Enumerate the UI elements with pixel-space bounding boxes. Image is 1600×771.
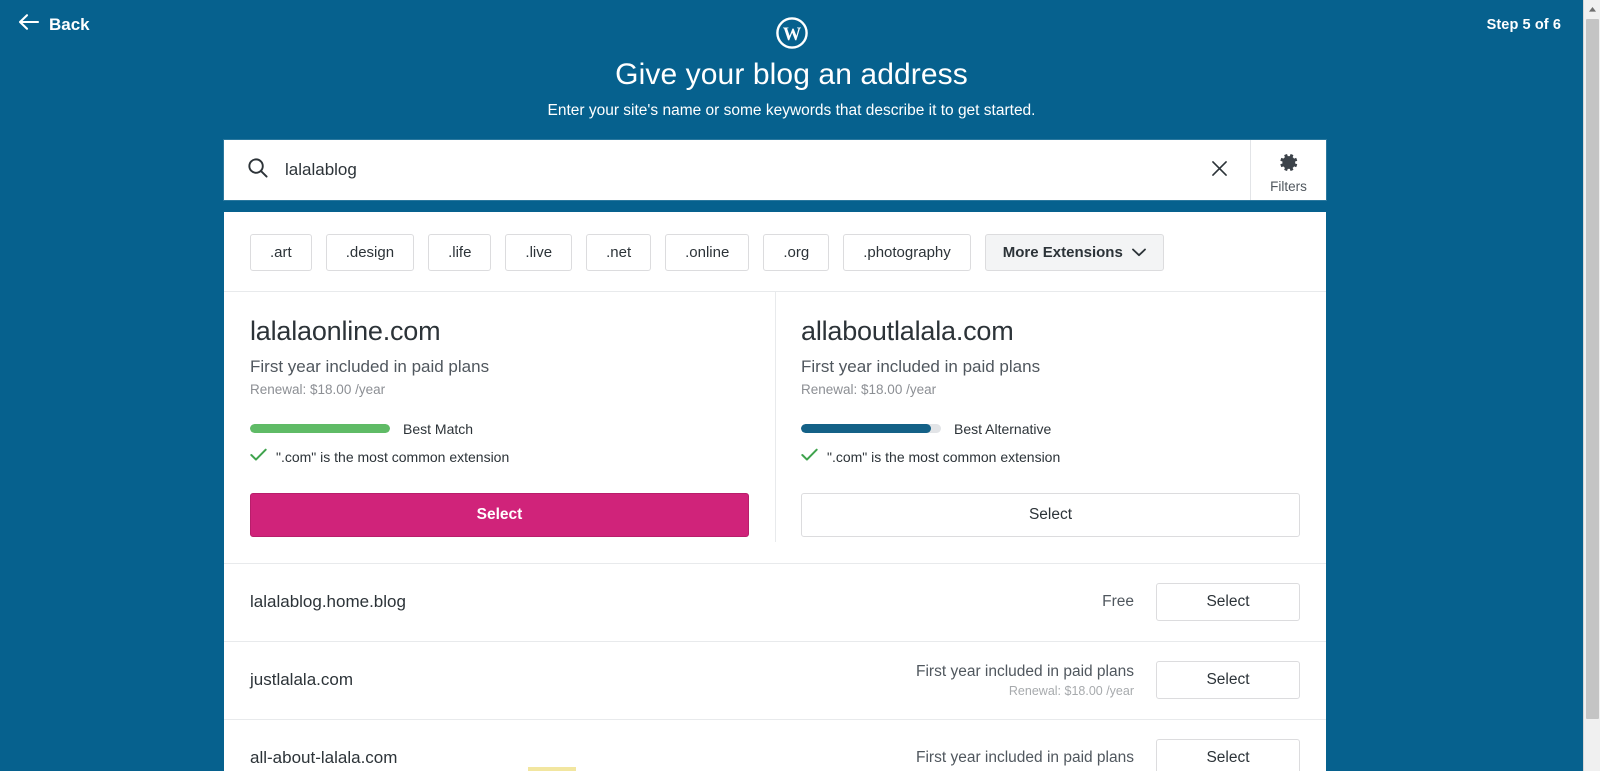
page-subtitle: Enter your site's name or some keywords …	[547, 101, 1036, 119]
page-title: Give your blog an address	[615, 58, 968, 91]
select-domain-button[interactable]: Select	[1156, 739, 1300, 771]
page-scrollbar[interactable]	[1583, 0, 1600, 771]
results-panel: .art .design .life .live .net .online .o…	[224, 212, 1326, 771]
featured-domains: lalalaonline.com First year included in …	[224, 292, 1326, 564]
filters-button-label: Filters	[1270, 178, 1307, 194]
svg-text:W: W	[782, 25, 801, 45]
back-button[interactable]: Back	[18, 13, 90, 36]
extension-filter-chips: .art .design .life .live .net .online .o…	[224, 212, 1326, 292]
select-domain-button[interactable]: Select	[801, 492, 1300, 537]
extension-chip-photography[interactable]: .photography	[843, 234, 971, 271]
step-indicator: Step 5 of 6	[1486, 17, 1561, 33]
domain-note-text: ".com" is the most common extension	[827, 449, 1061, 466]
featured-card-best-match: lalalaonline.com First year included in …	[224, 292, 775, 563]
extension-chip-life[interactable]: .life	[428, 234, 492, 271]
domain-name: allaboutlalala.com	[801, 316, 1014, 346]
extension-chip-design[interactable]: .design	[325, 234, 415, 271]
scrollbar-thumb[interactable]	[1586, 19, 1599, 719]
suggestion-price-main: First year included in paid plans	[916, 749, 1134, 767]
domain-plan-note: First year included in paid plans	[801, 356, 1041, 376]
page-viewport: Back W Step 5 of 6 Give your blog an add…	[0, 0, 1583, 771]
suggestion-domain: all-about-lalala.com	[250, 748, 398, 768]
domain-renewal-price: Renewal: $18.00 /year	[801, 381, 937, 397]
search-bar: Filters	[224, 140, 1326, 200]
suggestion-price: First year included in paid plans	[916, 749, 1134, 767]
domain-name: lalalaonline.com	[250, 316, 441, 346]
search-icon	[246, 156, 269, 184]
close-icon	[1209, 158, 1230, 182]
match-meter-row: Best Alternative	[801, 421, 1300, 437]
back-button-label: Back	[49, 14, 90, 34]
suggestion-row: lalalablog.home.blog Free Select	[224, 564, 1326, 642]
extension-chip-org[interactable]: .org	[763, 234, 830, 271]
match-meter-label: Best Alternative	[954, 420, 1052, 437]
match-meter	[250, 424, 390, 434]
match-meter-fill	[250, 424, 390, 434]
suggestion-price-main: First year included in paid plans	[916, 662, 1134, 680]
check-icon	[250, 448, 267, 467]
extension-chip-online[interactable]: .online	[665, 234, 750, 271]
domain-note-row: ".com" is the most common extension	[801, 448, 1300, 467]
select-domain-button[interactable]: Select	[250, 492, 749, 537]
chevron-down-icon	[1131, 244, 1146, 261]
suggestion-price-sub: Renewal: $18.00 /year	[1008, 683, 1134, 698]
suggestion-row: justlalala.com First year included in pa…	[224, 642, 1326, 720]
domain-plan-note: First year included in paid plans	[250, 356, 490, 376]
select-domain-button[interactable]: Select	[1156, 661, 1300, 700]
bottom-highlight-sliver	[528, 767, 576, 771]
match-meter	[801, 424, 941, 434]
extension-chip-net[interactable]: .net	[586, 234, 652, 271]
match-meter-row: Best Match	[250, 421, 749, 437]
search-field	[224, 140, 1250, 200]
domain-note-row: ".com" is the most common extension	[250, 448, 749, 467]
check-icon	[801, 448, 818, 467]
wordpress-logo: W	[775, 17, 808, 49]
more-extensions-button[interactable]: More Extensions	[984, 234, 1164, 271]
clear-search-button[interactable]	[1198, 141, 1240, 199]
suggestion-domain: justlalala.com	[250, 670, 353, 690]
extension-chip-art[interactable]: .art	[250, 234, 312, 271]
top-bar: Back W Step 5 of 6	[0, 0, 1583, 54]
suggestion-price: Free	[1102, 593, 1134, 611]
domain-renewal-price: Renewal: $18.00 /year	[250, 381, 386, 397]
scroll-up-button[interactable]	[1584, 0, 1600, 17]
match-meter-fill	[801, 424, 932, 434]
extension-chip-live[interactable]: .live	[505, 234, 573, 271]
featured-card-best-alternative: allaboutlalala.com First year included i…	[775, 292, 1326, 563]
hero-section: Give your blog an address Enter your sit…	[0, 58, 1583, 120]
suggestion-domain: lalalablog.home.blog	[250, 592, 406, 612]
triangle-up-icon	[1588, 0, 1597, 18]
suggestion-row: all-about-lalala.com First year included…	[224, 720, 1326, 771]
more-extensions-label: More Extensions	[1002, 244, 1123, 261]
suggestion-price-main: Free	[1102, 593, 1134, 611]
arrow-left-icon	[18, 13, 40, 36]
gear-icon	[1277, 151, 1300, 177]
filters-button[interactable]: Filters	[1250, 140, 1326, 200]
match-meter-label: Best Match	[403, 420, 474, 437]
search-input[interactable]	[285, 160, 1182, 180]
domain-note-text: ".com" is the most common extension	[276, 449, 510, 466]
select-domain-button[interactable]: Select	[1156, 583, 1300, 622]
suggestion-price: First year included in paid plans Renewa…	[916, 663, 1134, 698]
